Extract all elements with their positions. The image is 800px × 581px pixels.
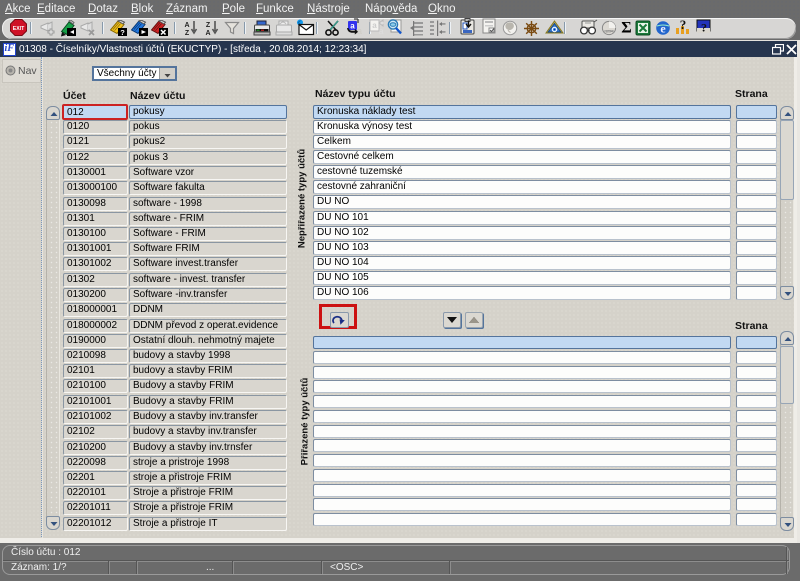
svg-text:a: a (378, 26, 383, 35)
svg-text:A: A (184, 22, 189, 29)
svg-text:EXIT: EXIT (13, 26, 25, 32)
svg-text:?: ? (701, 21, 707, 35)
svg-text:A: A (205, 30, 210, 36)
svg-text:?: ? (120, 28, 125, 37)
svg-text:Σ: Σ (621, 20, 631, 36)
svg-text:a: a (357, 26, 362, 35)
svg-text:Z: Z (185, 30, 190, 36)
svg-text:a: a (372, 21, 377, 30)
svg-text:a: a (350, 22, 355, 31)
svg-text:e: e (660, 22, 666, 36)
svg-text:Z: Z (206, 22, 211, 29)
svg-text:1234: 1234 (605, 30, 613, 34)
svg-text:?: ? (680, 18, 687, 32)
